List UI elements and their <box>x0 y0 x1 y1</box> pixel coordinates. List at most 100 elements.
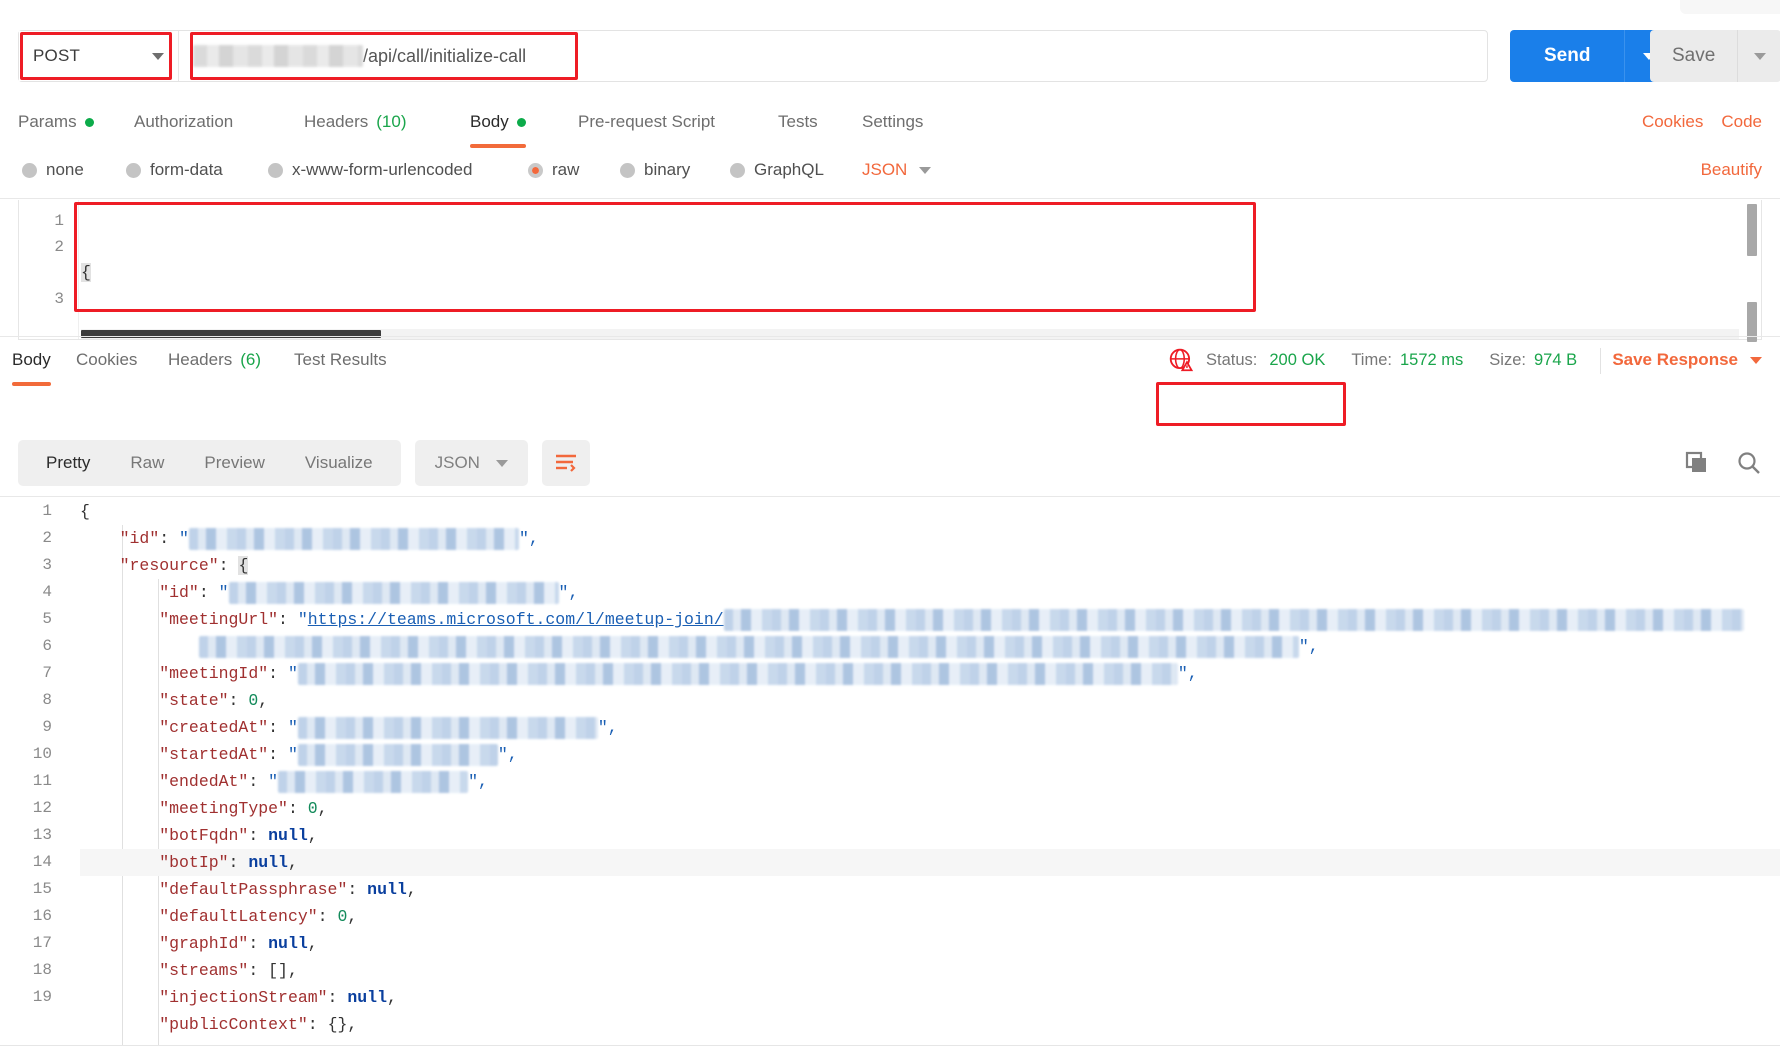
response-format-select[interactable]: JSON <box>414 440 528 486</box>
tab-params[interactable]: Params <box>18 100 94 144</box>
view-mode-raw[interactable]: Raw <box>110 453 184 473</box>
code-token: ", <box>558 583 579 602</box>
code-token: : <box>278 610 298 629</box>
request-right-links: Cookies Code <box>1642 100 1762 144</box>
tab-label: Tests <box>778 112 818 131</box>
code-token: [], <box>268 961 298 980</box>
unsaved-dot-icon <box>84 117 94 127</box>
response-code-line: "botIp": null, <box>80 849 1780 876</box>
send-button[interactable]: Send <box>1510 30 1625 82</box>
response-body-viewer[interactable]: 1 2 3 4 5 6 7 8 9 10 11 12 13 14 15 16 17 18 19 { "id": " "… <box>0 498 1780 1046</box>
code-token: null <box>268 826 308 845</box>
body-type-x-www-form-urlencoded[interactable]: x-www-form-urlencoded <box>268 148 472 192</box>
body-type-none[interactable]: none <box>22 148 84 192</box>
request-editor-vscrollbar[interactable] <box>1745 202 1759 342</box>
body-type-form-data[interactable]: form-data <box>126 148 223 192</box>
code-token: , <box>317 799 328 818</box>
redacted-value <box>188 527 519 550</box>
code-token: 0 <box>337 907 348 926</box>
body-type-raw[interactable]: raw <box>528 148 579 192</box>
code-token: "defaultLatency" <box>159 907 318 926</box>
http-method-select[interactable]: POST <box>19 31 179 81</box>
tab-label: Params <box>18 112 77 131</box>
beautify-label: Beautify <box>1700 160 1762 179</box>
request-body-editor[interactable]: 1 2 3 { "MeetingUrl": "https://teams.mic… <box>18 200 1762 342</box>
response-line-number: 11 <box>32 772 52 790</box>
raw-format-select[interactable]: JSON <box>862 148 932 192</box>
code-token: : <box>268 718 288 737</box>
globe-warning-icon <box>1169 348 1194 372</box>
tab-label: Settings <box>862 112 924 131</box>
search-icon[interactable] <box>1736 450 1762 476</box>
response-body-divider <box>0 496 1780 497</box>
code-token: : <box>317 907 338 926</box>
code-token: : <box>218 556 239 575</box>
code-token: ", <box>1177 664 1198 683</box>
code-token: : <box>248 961 269 980</box>
redacted-value <box>723 608 1744 631</box>
code-token: : <box>307 1015 328 1034</box>
code-token: ", <box>597 718 618 737</box>
cookies-link[interactable]: Cookies <box>1642 112 1703 132</box>
tab-body[interactable]: Body <box>470 100 526 148</box>
tab-pre-request-script[interactable]: Pre-request Script <box>578 100 715 144</box>
response-line-number: 1 <box>42 502 52 520</box>
view-mode-visualize[interactable]: Visualize <box>285 453 393 473</box>
code-token: https://teams.microsoft.com/l/meetup-joi… <box>307 610 724 629</box>
response-code-line: "injectionStream": null, <box>80 984 1780 1011</box>
response-code[interactable]: { "id": " ", "resource": { "id": " ", "mee… <box>80 498 1780 1046</box>
tab-authorization[interactable]: Authorization <box>134 100 233 144</box>
url-input[interactable]: /api/call/initialize-call <box>179 31 1487 81</box>
radio-icon <box>620 162 635 178</box>
view-mode-pretty[interactable]: Pretty <box>26 453 110 473</box>
response-tab-cookies[interactable]: Cookies <box>76 338 137 382</box>
http-method-label: POST <box>33 46 81 65</box>
response-code-line: "meetingType": 0, <box>80 795 1780 822</box>
tab-tests[interactable]: Tests <box>778 100 818 144</box>
response-line-number: 5 <box>42 610 52 628</box>
radio-label: binary <box>644 160 691 179</box>
response-line-number: 19 <box>32 988 52 1006</box>
time-value: 1572 ms <box>1399 350 1464 369</box>
response-code-line: "resource": { <box>80 552 1780 579</box>
code-token: ", <box>518 529 539 548</box>
save-dropdown-button[interactable] <box>1737 30 1780 82</box>
response-tab-headers[interactable]: Headers (6) <box>168 338 261 382</box>
response-line-number: 10 <box>32 745 52 763</box>
copy-icon[interactable] <box>1684 450 1710 476</box>
code-token: : <box>159 529 180 548</box>
response-right-icons <box>1684 440 1762 486</box>
response-line-number: 12 <box>32 799 52 817</box>
size-item[interactable]: Size: 974 B <box>1489 351 1577 370</box>
response-code-line: "endedAt": " ", <box>80 768 1780 795</box>
code-token: " <box>287 745 298 764</box>
code-token: "streams" <box>159 961 249 980</box>
save-response-button[interactable]: Save Response <box>1612 338 1762 382</box>
scroll-thumb[interactable] <box>1747 204 1757 256</box>
body-type-binary[interactable]: binary <box>620 148 690 192</box>
response-tab-body[interactable]: Body <box>12 338 51 386</box>
code-token: " <box>179 529 189 548</box>
time-item[interactable]: Time: 1572 ms <box>1351 351 1463 370</box>
status-item[interactable]: Status: 200 OK <box>1168 347 1325 373</box>
code-token: ", <box>497 745 518 764</box>
response-code-line: "graphId": null, <box>80 930 1780 957</box>
response-code-line: "defaultPassphrase": null, <box>80 876 1780 903</box>
radio-icon <box>268 162 283 178</box>
tab-headers[interactable]: Headers (10) <box>304 100 407 144</box>
response-view-mode-group: Pretty Raw Preview Visualize <box>18 440 401 486</box>
response-gutter: 1 2 3 4 5 6 7 8 9 10 11 12 13 14 15 16 17 18 19 <box>0 498 68 1046</box>
response-top-divider <box>0 336 1780 337</box>
top-strip <box>0 0 1780 16</box>
beautify-button[interactable]: Beautify <box>1701 148 1762 192</box>
tab-settings[interactable]: Settings <box>862 100 923 144</box>
request-editor-code[interactable]: { "MeetingUrl": "https://teams.microsoft… <box>81 200 1739 339</box>
code-link[interactable]: Code <box>1721 112 1762 132</box>
save-button[interactable]: Save <box>1650 30 1738 82</box>
editor-top-divider <box>0 198 1780 199</box>
view-mode-preview[interactable]: Preview <box>184 453 284 473</box>
body-type-graphql[interactable]: GraphQL <box>730 148 824 192</box>
wrap-lines-button[interactable] <box>541 440 590 486</box>
response-tab-test-results[interactable]: Test Results <box>294 338 387 382</box>
response-line-number: 3 <box>42 556 52 574</box>
